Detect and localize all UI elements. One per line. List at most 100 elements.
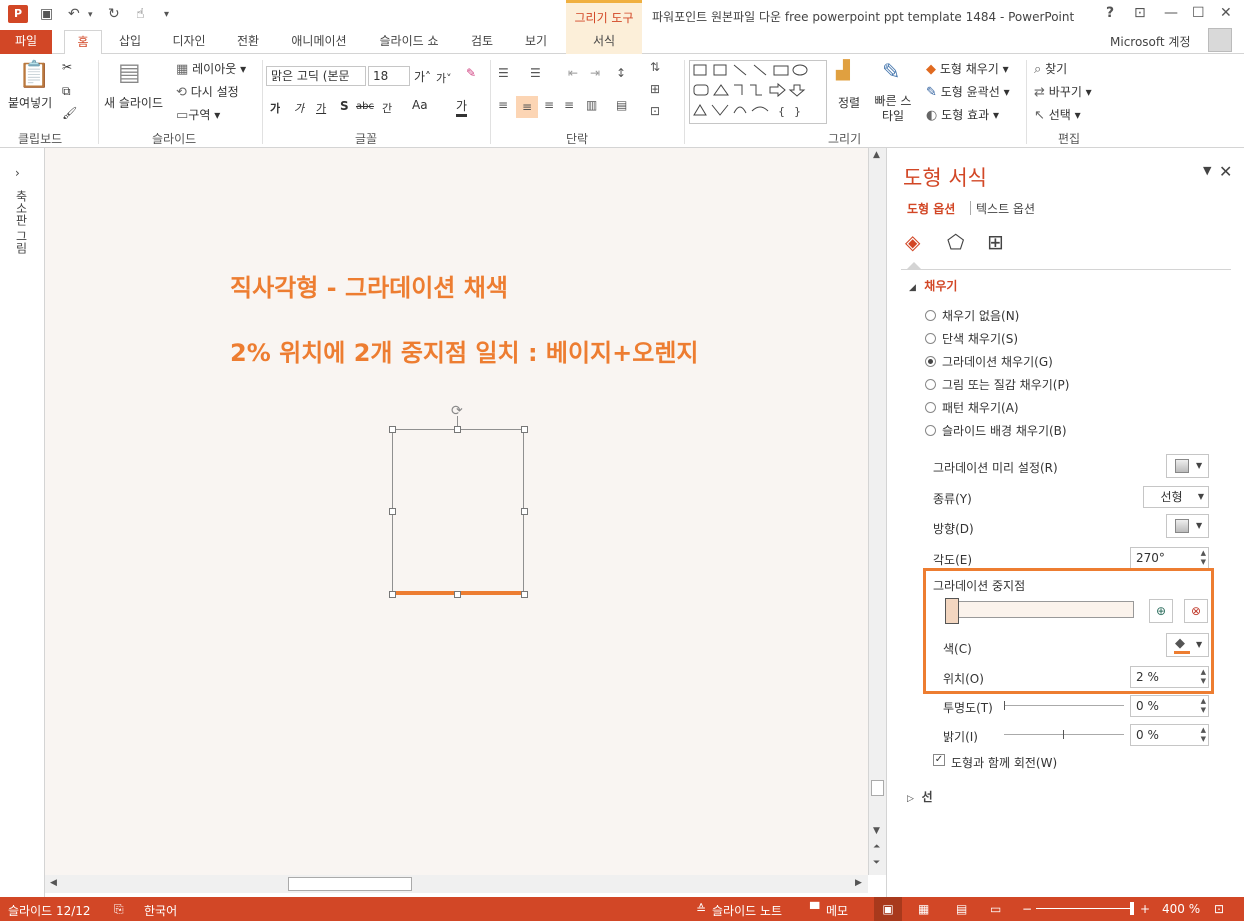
vertical-scroll-thumb[interactable] [871,780,884,796]
shape-effects-button[interactable]: ◐ 도형 효과 ▾ [926,106,999,123]
numbering-icon[interactable]: ☰ [530,66,541,80]
transparency-slider-thumb[interactable] [1004,701,1005,710]
arrange-icon[interactable]: ▟ [836,60,850,81]
paste-button[interactable]: 붙여넣기 [8,94,52,111]
decrease-indent-icon[interactable]: ⇤ [568,66,578,80]
arrange-button[interactable]: 정렬 [838,94,860,111]
horizontal-scrollbar[interactable]: ◀ ▶ [45,875,868,893]
radio-no-fill[interactable]: 채우기 없음(N) [925,307,1019,324]
bullets-icon[interactable]: ☰ [498,66,509,80]
vertical-scrollbar[interactable]: ▲ ▼ ⏶ ⏷ [868,148,886,875]
resize-handle[interactable] [521,591,528,598]
next-slide-icon[interactable]: ⏷ [873,858,880,868]
close-icon[interactable]: ✕ [1220,5,1232,21]
new-slide-icon[interactable]: ▤ [118,58,141,86]
size-properties-icon[interactable]: ⊞ [987,230,1004,254]
resize-handle[interactable] [389,508,396,515]
align-text-icon[interactable]: ⊞ [650,82,660,96]
selected-rectangle-shape[interactable] [392,429,524,595]
increase-indent-icon[interactable]: ⇥ [590,66,600,80]
brightness-input[interactable]: 0 % ▲ ▼ [1130,724,1209,746]
save-icon[interactable]: ▣ [40,6,53,22]
radio-background-fill[interactable]: 슬라이드 배경 채우기(B) [925,422,1067,439]
text-direction-icon[interactable]: ⇅ [650,60,660,74]
zoom-slider[interactable] [1036,908,1132,909]
direction-button[interactable]: ▼ [1166,514,1209,538]
shrink-font-icon[interactable]: 가˅ [436,70,452,86]
resize-handle[interactable] [389,426,396,433]
brightness-slider-thumb[interactable] [1063,730,1064,739]
tab-text-options[interactable]: 텍스트 옵션 [976,200,1035,217]
quick-styles-button[interactable]: 빠른 스타일 [870,94,916,124]
slide-sorter-icon[interactable]: ▦ [918,902,929,916]
grow-font-icon[interactable]: 가˄ [414,68,431,85]
font-size-dropdown[interactable]: 18 [368,66,410,86]
spinner-icon[interactable]: ▲ ▼ [1201,549,1206,567]
justify-icon[interactable]: ≡ [564,98,574,112]
transparency-input[interactable]: 0 % ▲ ▼ [1130,695,1209,717]
scroll-left-icon[interactable]: ◀ [50,878,57,888]
cut-icon[interactable]: ✂ [62,60,72,74]
align-left-icon[interactable]: ≡ [498,98,508,112]
scroll-up-icon[interactable]: ▲ [873,150,880,160]
tab-shape-options[interactable]: 도형 옵션 [907,200,955,217]
comments-button[interactable]: 메모 [826,902,848,919]
replace-button[interactable]: ⇄ 바꾸기 ▾ [1034,83,1092,100]
pane-scroll-track[interactable] [1227,288,1239,888]
remove-stop-icon[interactable]: ⊗ [1184,599,1208,623]
notes-button[interactable]: 슬라이드 노트 [712,902,782,919]
font-color-button[interactable]: 가 [456,97,468,117]
help-icon[interactable]: ? [1106,5,1114,21]
powerpoint-app-icon[interactable]: P [8,5,28,23]
language-indicator[interactable]: 한국어 [144,902,177,919]
slideshow-icon[interactable]: ▭ [990,902,1001,916]
format-painter-icon[interactable]: 🖌 [62,106,77,120]
bold-button[interactable]: 가 [270,100,280,116]
paste-icon[interactable]: 📋 [18,60,50,90]
ribbon-display-icon[interactable]: ⊡ [1134,5,1146,21]
zoom-slider-thumb[interactable] [1130,902,1134,915]
italic-button[interactable]: 가 [294,100,304,116]
avatar[interactable] [1208,28,1232,52]
select-button[interactable]: ↖ 선택 ▾ [1034,106,1081,123]
tab-format[interactable]: 서식 [566,30,642,54]
close-icon[interactable]: ✕ [1219,162,1232,181]
section-button[interactable]: ▭구역 ▾ [176,106,220,123]
zoom-out-icon[interactable]: − [1022,902,1032,916]
zoom-level[interactable]: 400 % [1162,902,1200,916]
resize-handle[interactable] [454,426,461,433]
undo-icon[interactable]: ↶ [68,6,80,22]
horizontal-scroll-thumb[interactable] [288,877,412,891]
strikethrough-button[interactable]: abc [356,101,374,112]
tab-design[interactable]: 디자인 [162,30,216,54]
tab-slideshow[interactable]: 슬라이드 쇼 [370,30,448,54]
touch-mode-icon[interactable]: ☝ [136,6,145,22]
character-spacing-button[interactable]: 간 [382,100,392,116]
normal-view-icon[interactable]: ▣ [874,897,902,921]
scroll-down-icon[interactable]: ▼ [873,826,880,836]
spinner-icon[interactable]: ▲ ▼ [1201,668,1206,686]
gradient-preset-button[interactable]: ▼ [1166,454,1209,478]
minimize-icon[interactable]: — [1164,5,1178,21]
radio-solid-fill[interactable]: 단색 채우기(S) [925,330,1018,347]
gradient-stops-bar[interactable] [947,601,1134,618]
resize-handle[interactable] [454,591,461,598]
radio-pattern-fill[interactable]: 패턴 채우기(A) [925,399,1019,416]
position-input[interactable]: 2 % ▲ ▼ [1130,666,1209,688]
layout-button[interactable]: ▦ 레이아웃 ▾ [176,60,246,77]
resize-handle[interactable] [389,591,396,598]
effects-pentagon-icon[interactable]: ⬠ [947,230,964,254]
expand-chevron-icon[interactable]: › [15,166,20,180]
align-center-icon[interactable]: ≡ [516,96,538,118]
underline-button[interactable]: 가 [316,100,326,116]
tab-animations[interactable]: 애니메이션 [280,30,358,54]
reading-view-icon[interactable]: ▤ [956,902,967,916]
shape-fill-button[interactable]: ◆ 도형 채우기 ▾ [926,60,1009,77]
brightness-slider[interactable] [1004,734,1124,735]
spell-check-icon[interactable]: ⎘ [114,902,124,917]
tab-transitions[interactable]: 전환 [228,30,268,54]
previous-slide-icon[interactable]: ⏶ [873,842,880,852]
resize-handle[interactable] [521,508,528,515]
tab-file[interactable]: 파일 [0,30,52,54]
radio-gradient-fill[interactable]: 그라데이션 채우기(G) [925,353,1053,370]
